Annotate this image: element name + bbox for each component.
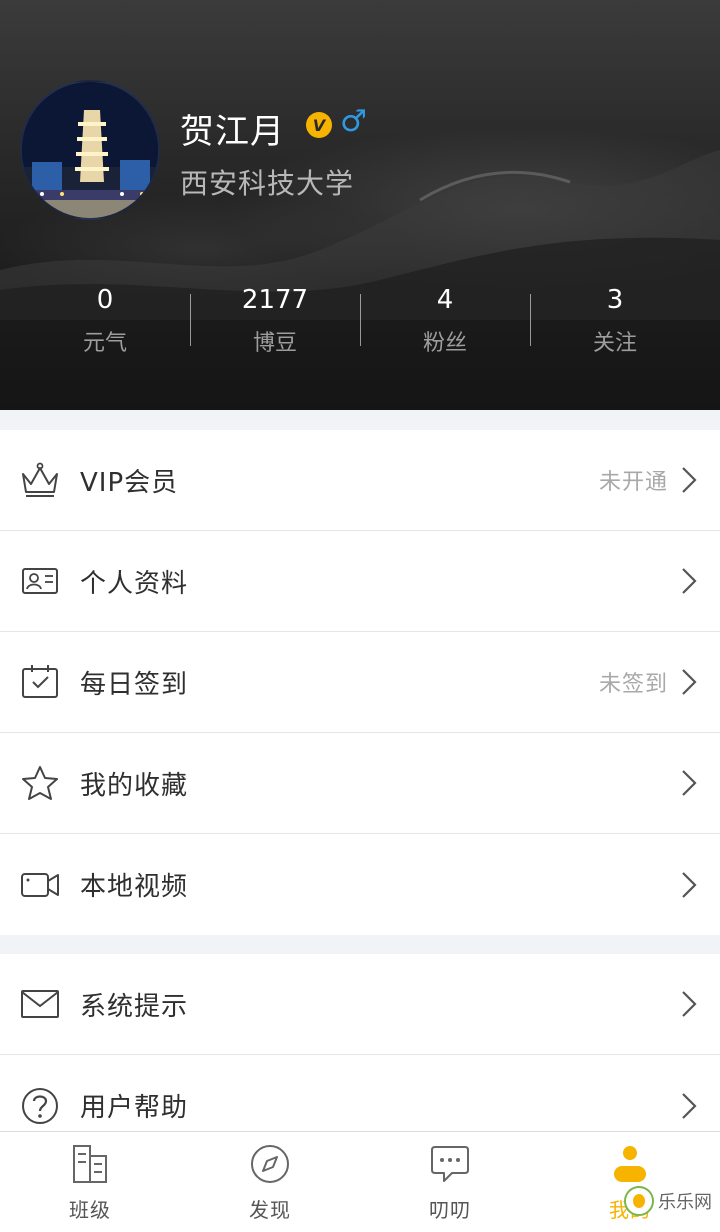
menu-item-profile[interactable]: 个人资料 — [0, 531, 720, 632]
chevron-right-icon — [680, 768, 698, 798]
tab-daodao[interactable]: 叨叨 — [360, 1132, 540, 1232]
chevron-right-icon — [680, 667, 698, 697]
tab-class[interactable]: 班级 — [0, 1132, 180, 1232]
crown-icon — [20, 460, 60, 500]
menu-item-system-notice[interactable]: 系统提示 — [0, 954, 720, 1055]
menu-label: 每日签到 — [80, 669, 189, 700]
chevron-right-icon — [680, 870, 698, 900]
id-card-icon — [20, 561, 60, 601]
envelope-icon — [20, 984, 60, 1024]
menu-label: 个人资料 — [80, 568, 189, 599]
stat-value: 0 — [96, 285, 114, 315]
menu-item-favorites[interactable]: 我的收藏 — [0, 733, 720, 834]
user-name: 贺江月 — [180, 112, 285, 152]
stat-value: 2177 — [241, 285, 309, 315]
bottom-tab-bar: 班级 发现 叨叨 我的 — [0, 1131, 720, 1232]
school-name: 西安科技大学 — [180, 167, 355, 200]
tab-discover[interactable]: 发现 — [180, 1132, 360, 1232]
stat-value: 4 — [436, 285, 454, 315]
menu-label: 本地视频 — [80, 872, 189, 902]
avatar-night-pagoda-image — [22, 82, 158, 218]
menu-item-local-video[interactable]: 本地视频 — [0, 834, 720, 935]
menu-item-vip[interactable]: VIP会员 未开通 — [0, 430, 720, 531]
user-icon — [608, 1142, 652, 1186]
checkin-status: 未签到 — [598, 672, 668, 697]
tab-label: 发现 — [249, 1198, 291, 1222]
menu-label: 我的收藏 — [80, 770, 189, 801]
menu-label: VIP会员 — [80, 467, 179, 498]
chat-bubble-icon — [428, 1142, 472, 1186]
chevron-right-icon — [680, 1091, 698, 1121]
video-icon — [20, 865, 60, 905]
stat-value: 3 — [606, 285, 624, 315]
star-icon — [20, 763, 60, 803]
chevron-right-icon — [680, 566, 698, 596]
stat-label: 关注 — [592, 331, 637, 356]
watermark-text: 乐乐网 — [658, 1192, 712, 1213]
calendar-check-icon — [20, 662, 60, 702]
building-icon — [68, 1142, 112, 1186]
tab-label: 班级 — [69, 1198, 111, 1222]
menu-item-checkin[interactable]: 每日签到 未签到 — [0, 632, 720, 733]
stat-fans[interactable]: 4 粉丝 — [360, 280, 530, 360]
stat-label: 粉丝 — [422, 331, 467, 356]
avatar[interactable] — [20, 80, 160, 220]
menu-label: 系统提示 — [80, 991, 189, 1022]
menu-label: 用户帮助 — [80, 1093, 189, 1123]
male-gender-icon: ♂ — [340, 104, 367, 139]
stat-following[interactable]: 3 关注 — [530, 280, 700, 360]
menu-group-secondary: 系统提示 用户帮助 — [0, 954, 720, 1156]
stat-label: 元气 — [82, 331, 127, 356]
stat-bodou[interactable]: 2177 博豆 — [190, 280, 360, 360]
vip-v-badge-icon: V — [306, 112, 332, 138]
stat-yuanqi[interactable]: 0 元气 — [20, 280, 190, 360]
stats-bar: 0 元气 2177 博豆 4 粉丝 3 关注 — [20, 280, 700, 360]
menu-group-primary: VIP会员 未开通 个人资料 每日签到 未签到 我的收藏 本地视频 — [0, 430, 720, 935]
chevron-right-icon — [680, 465, 698, 495]
site-watermark: 乐乐网 — [624, 1186, 712, 1216]
question-icon — [20, 1086, 60, 1126]
profile-header: 贺江月 V ♂ 西安科技大学 0 元气 2177 博豆 4 粉丝 3 关注 — [0, 0, 720, 410]
compass-icon — [248, 1142, 292, 1186]
tab-label: 叨叨 — [429, 1198, 471, 1222]
watermark-logo-icon — [624, 1186, 654, 1216]
vip-status: 未开通 — [598, 470, 668, 495]
chevron-right-icon — [680, 989, 698, 1019]
stat-label: 博豆 — [252, 331, 297, 356]
tab-mine[interactable]: 我的 — [540, 1132, 720, 1232]
